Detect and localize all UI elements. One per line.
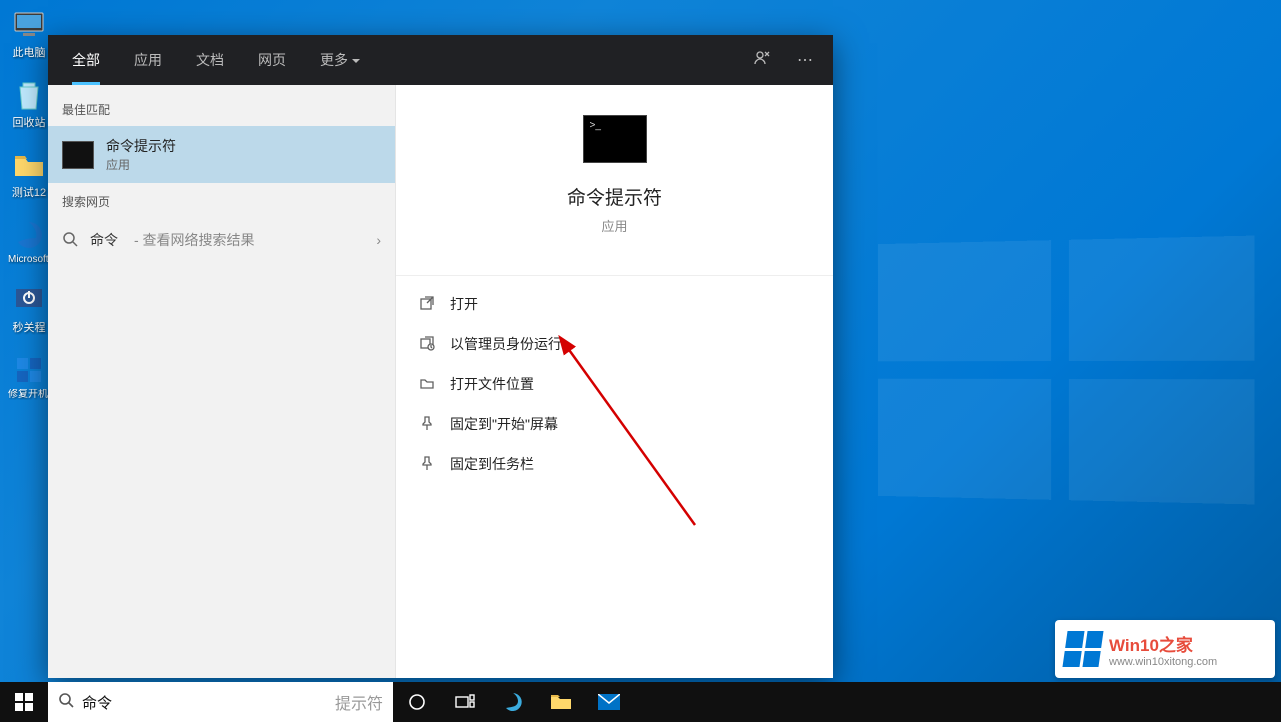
pin-start-icon (418, 415, 436, 434)
feedback-icon[interactable] (743, 41, 781, 80)
tab-all[interactable]: 全部 (58, 36, 114, 84)
action-open-file-location[interactable]: 打开文件位置 (396, 364, 833, 404)
action-pin-start[interactable]: 固定到"开始"屏幕 (396, 404, 833, 444)
taskbar-explorer[interactable] (537, 682, 585, 722)
section-best-match: 最佳匹配 (48, 91, 395, 126)
watermark-url: www.win10xitong.com (1109, 656, 1217, 668)
taskbar-edge[interactable] (489, 682, 537, 722)
taskbar-taskview[interactable] (441, 682, 489, 722)
cmd-icon (62, 141, 94, 169)
result-title: 命令提示符 (106, 136, 176, 156)
result-subtitle: 应用 (106, 156, 176, 173)
desktop-icon-shutdown[interactable]: 秒关程 (8, 283, 50, 335)
desktop-icon-recycle-bin[interactable]: 回收站 (8, 78, 50, 130)
action-run-as-admin[interactable]: 以管理员身份运行 (396, 324, 833, 364)
desktop-icon-repair[interactable]: 修复开机 屏 (8, 353, 50, 400)
taskbar-search-box[interactable]: 提示符 (48, 682, 393, 722)
wallpaper-windows-logo (878, 236, 1255, 505)
action-pin-taskbar[interactable]: 固定到任务栏 (396, 444, 833, 484)
chevron-right-icon: › (376, 232, 381, 248)
search-preview-pane: 命令提示符 应用 打开 以管理员身份运行 打开文件位置 固定到"开始"屏幕 (396, 85, 833, 678)
options-icon[interactable]: ⋯ (787, 42, 823, 78)
desktop-icon-edge[interactable]: Microsoft Edge (8, 218, 50, 265)
action-open[interactable]: 打开 (396, 284, 833, 324)
watermark-badge: Win10之家 www.win10xitong.com (1055, 620, 1275, 678)
desktop-icon-folder[interactable]: 测试12 (8, 148, 50, 200)
watermark-logo-icon (1062, 631, 1103, 667)
open-icon (418, 295, 436, 314)
section-web: 搜索网页 (48, 183, 395, 218)
folder-location-icon (418, 375, 436, 394)
search-icon (62, 231, 78, 250)
taskbar-cortana[interactable] (393, 682, 441, 722)
web-query-hint: - 查看网络搜索结果 (134, 230, 255, 250)
web-query-text: 命令 (90, 230, 118, 250)
tab-documents[interactable]: 文档 (182, 36, 238, 84)
web-search-row[interactable]: 命令 - 查看网络搜索结果 › (48, 218, 395, 262)
desktop-icons: 此电脑 回收站 测试12 Microsoft Edge 秒关程 修复开机 屏 (8, 8, 50, 400)
taskbar-mail[interactable] (585, 682, 633, 722)
admin-icon (418, 335, 436, 354)
search-results-list: 最佳匹配 命令提示符 应用 搜索网页 命令 - 查看网络搜索结果 › (48, 85, 396, 678)
preview-subtitle: 应用 (601, 216, 627, 235)
start-search-panel: 全部 应用 文档 网页 更多 ⋯ 最佳匹配 命令提示符 应用 搜索网页 (48, 35, 833, 678)
preview-title: 命令提示符 (567, 183, 662, 210)
preview-actions: 打开 以管理员身份运行 打开文件位置 固定到"开始"屏幕 固定到任务栏 (396, 275, 833, 492)
preview-cmd-icon (583, 115, 647, 163)
result-cmd[interactable]: 命令提示符 应用 (48, 126, 395, 183)
search-icon (58, 692, 74, 713)
tab-more[interactable]: 更多 (306, 36, 374, 84)
desktop-icon-this-pc[interactable]: 此电脑 (8, 8, 50, 60)
watermark-title: Win10之家 (1109, 631, 1217, 656)
tab-web[interactable]: 网页 (244, 36, 300, 84)
search-tabs: 全部 应用 文档 网页 更多 ⋯ (48, 35, 833, 85)
start-button[interactable] (0, 682, 48, 722)
pin-taskbar-icon (418, 455, 436, 474)
taskbar: 提示符 (0, 682, 1281, 722)
tab-apps[interactable]: 应用 (120, 36, 176, 84)
